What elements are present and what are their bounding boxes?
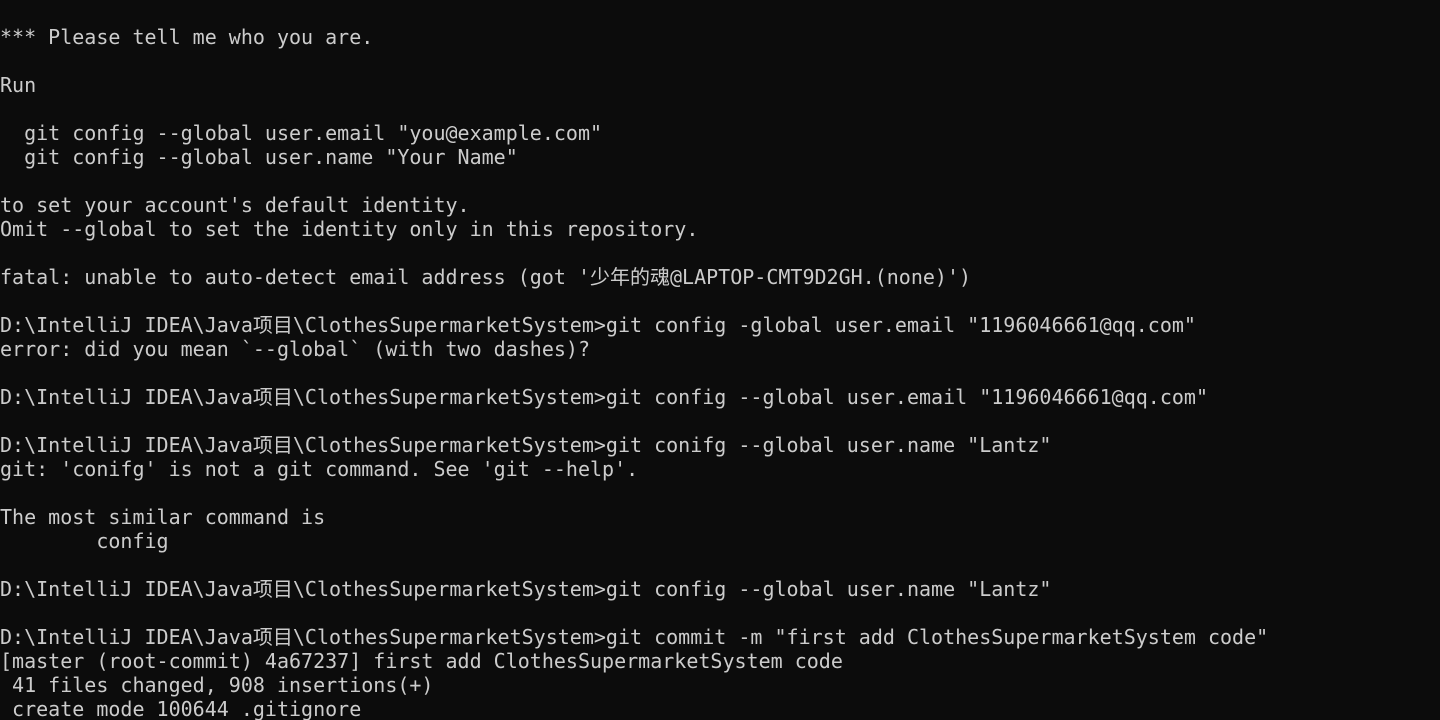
terminal-line: git: 'conifg' is not a git command. See … [0,457,639,481]
terminal-line: [master (root-commit) 4a67237] first add… [0,649,843,673]
terminal-line: D:\IntelliJ IDEA\Java项目\ClothesSupermark… [0,577,1052,601]
terminal-line: fatal: unable to auto-detect email addre… [0,265,972,289]
terminal-line: D:\IntelliJ IDEA\Java项目\ClothesSupermark… [0,625,1269,649]
terminal-line: Omit --global to set the identity only i… [0,217,699,241]
terminal-line: The most similar command is [0,505,326,529]
terminal-output[interactable]: *** Please tell me who you are. Run git … [0,0,1440,720]
terminal-line: D:\IntelliJ IDEA\Java项目\ClothesSupermark… [0,433,1052,457]
terminal-line: Run [0,73,37,97]
terminal-line: to set your account's default identity. [0,193,470,217]
terminal-line: git config --global user.email "you@exam… [0,121,603,145]
terminal-line: config [0,529,169,553]
terminal-line: error: did you mean `--global` (with two… [0,337,591,361]
terminal-line: D:\IntelliJ IDEA\Java项目\ClothesSupermark… [0,313,1196,337]
terminal-line: git config --global user.name "Your Name… [0,145,518,169]
terminal-line: 41 files changed, 908 insertions(+) [0,673,434,697]
terminal-line: D:\IntelliJ IDEA\Java项目\ClothesSupermark… [0,385,1208,409]
terminal-line: *** Please tell me who you are. [0,25,374,49]
terminal-line: create mode 100644 .gitignore [0,697,362,720]
